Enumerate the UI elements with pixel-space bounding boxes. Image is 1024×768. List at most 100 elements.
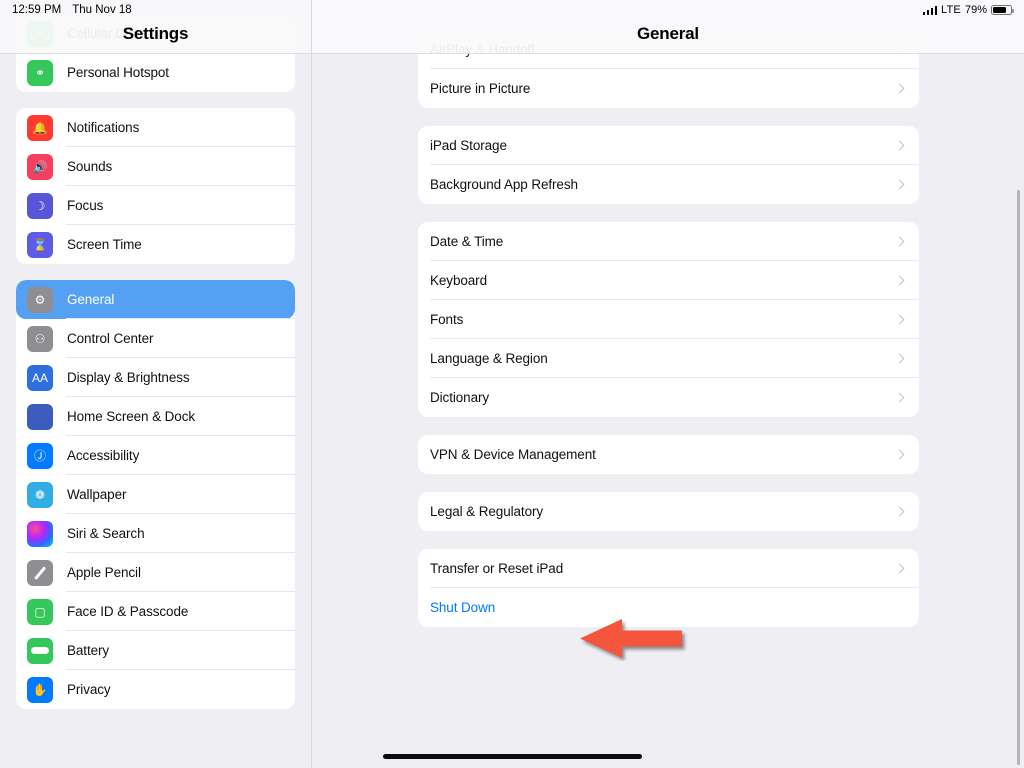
settings-row-legal-regulatory[interactable]: Legal & Regulatory: [418, 492, 919, 531]
sidebar-item-label: Apple Pencil: [67, 565, 141, 580]
screen-time-hourglass-icon: ⌛: [27, 232, 53, 258]
settings-row-picture-in-picture[interactable]: Picture in Picture: [418, 69, 919, 108]
sidebar-item-personal-hotspot[interactable]: ⚭ Personal Hotspot: [16, 53, 295, 92]
privacy-hand-icon: ✋: [27, 677, 53, 703]
control-center-icon: ⚇: [27, 326, 53, 352]
sidebar-item-label: Sounds: [67, 159, 112, 174]
chevron-right-icon: [895, 276, 905, 286]
sidebar-item-label: Screen Time: [67, 237, 142, 252]
settings-group: iPad Storage Background App Refresh: [418, 126, 919, 204]
settings-group: Date & Time Keyboard Fonts Language & Regio…: [418, 222, 919, 417]
chevron-right-icon: [895, 315, 905, 325]
face-id-passcode-icon: ▢: [27, 599, 53, 625]
sidebar-item-face-id-passcode[interactable]: ▢ Face ID & Passcode: [16, 592, 295, 631]
general-gear-icon: ⚙: [27, 287, 53, 313]
settings-group: Legal & Regulatory: [418, 492, 919, 531]
accessibility-icon: Ⓙ: [27, 443, 53, 469]
display-brightness-icon: AA: [27, 365, 53, 391]
settings-row-label: Fonts: [430, 312, 463, 327]
page-title: General: [637, 24, 699, 44]
sidebar-item-general[interactable]: ⚙ General: [16, 280, 295, 319]
sidebar-item-sounds[interactable]: 🔊 Sounds: [16, 147, 295, 186]
settings-row-label: Legal & Regulatory: [430, 504, 543, 519]
sidebar-item-home-screen-dock[interactable]: Home Screen & Dock: [16, 397, 295, 436]
settings-row-ipad-storage[interactable]: iPad Storage: [418, 126, 919, 165]
settings-row-label: Language & Region: [430, 351, 548, 366]
settings-row-label: Transfer or Reset iPad: [430, 561, 563, 576]
settings-row-label: Picture in Picture: [430, 81, 530, 96]
content-header: General: [312, 0, 1024, 54]
chevron-right-icon: [895, 141, 905, 151]
settings-row-dictionary[interactable]: Dictionary: [418, 378, 919, 417]
sidebar-item-wallpaper[interactable]: ❁ Wallpaper: [16, 475, 295, 514]
sidebar-item-focus[interactable]: ☽ Focus: [16, 186, 295, 225]
siri-search-icon: [27, 521, 53, 547]
settings-row-transfer-or-reset-ipad[interactable]: Transfer or Reset iPad: [418, 549, 919, 588]
sidebar-item-label: Accessibility: [67, 448, 139, 463]
chevron-right-icon: [895, 507, 905, 517]
sidebar-item-label: Display & Brightness: [67, 370, 190, 385]
sidebar-item-display-brightness[interactable]: AA Display & Brightness: [16, 358, 295, 397]
sidebar-item-accessibility[interactable]: Ⓙ Accessibility: [16, 436, 295, 475]
sidebar-item-privacy[interactable]: ✋ Privacy: [16, 670, 295, 709]
settings-row-label: Dictionary: [430, 390, 489, 405]
chevron-right-icon: [895, 393, 905, 403]
settings-row-label: Keyboard: [430, 273, 487, 288]
sidebar-item-label: Wallpaper: [67, 487, 126, 502]
settings-row-label: iPad Storage: [430, 138, 507, 153]
sidebar-scroll-area[interactable]: ((•))Cellular Data⚭Personal Hotspot🔔Noti…: [0, 54, 311, 768]
sidebar-item-notifications[interactable]: 🔔 Notifications: [16, 108, 295, 147]
sidebar-item-label: General: [67, 292, 114, 307]
settings-group: VPN & Device Management: [418, 435, 919, 474]
battery-settings-icon: [27, 638, 53, 664]
sidebar-item-battery[interactable]: Battery: [16, 631, 295, 670]
settings-sidebar: Settings ((•))Cellular Data⚭Personal Hot…: [0, 0, 311, 768]
chevron-right-icon: [895, 564, 905, 574]
settings-group: Transfer or Reset iPad Shut Down: [418, 549, 919, 627]
home-indicator: [383, 754, 642, 759]
chevron-right-icon: [895, 354, 905, 364]
sidebar-group: ⚙ General ⚇ Control Center AA Display & Brigh…: [16, 280, 295, 709]
wallpaper-flower-icon: ❁: [27, 482, 53, 508]
settings-row-label: Background App Refresh: [430, 177, 578, 192]
chevron-right-icon: [895, 450, 905, 460]
apple-pencil-icon: [27, 560, 53, 586]
sidebar-title: Settings: [123, 24, 188, 44]
settings-row-label: Date & Time: [430, 234, 503, 249]
sidebar-item-siri-search[interactable]: Siri & Search: [16, 514, 295, 553]
home-screen-dock-icon: [27, 404, 53, 430]
sidebar-item-label: Privacy: [67, 682, 111, 697]
chevron-right-icon: [895, 84, 905, 94]
chevron-right-icon: [895, 180, 905, 190]
sidebar-content-divider: [311, 0, 312, 768]
settings-row-language-region[interactable]: Language & Region: [418, 339, 919, 378]
personal-hotspot-icon: ⚭: [27, 60, 53, 86]
sidebar-item-label: Personal Hotspot: [67, 65, 169, 80]
sidebar-item-label: Siri & Search: [67, 526, 144, 541]
sidebar-item-label: Notifications: [67, 120, 139, 135]
sounds-speaker-icon: 🔊: [27, 154, 53, 180]
sidebar-item-label: Battery: [67, 643, 109, 658]
sidebar-group: 🔔 Notifications 🔊 Sounds ☽ Focus ⌛ Screen Time: [16, 108, 295, 264]
sidebar-header: Settings: [0, 0, 311, 54]
settings-row-date-time[interactable]: Date & Time: [418, 222, 919, 261]
notifications-bell-icon: 🔔: [27, 115, 53, 141]
settings-row-label: Shut Down: [430, 600, 495, 615]
left-pointing-arrow-annotation: [578, 617, 690, 661]
sidebar-item-screen-time[interactable]: ⌛ Screen Time: [16, 225, 295, 264]
chevron-right-icon: [895, 237, 905, 247]
ipad-settings-screen: 12:59 PM Thu Nov 18 LTE 79% Settings ((•…: [0, 0, 1024, 768]
settings-row-vpn-device-management[interactable]: VPN & Device Management: [418, 435, 919, 474]
sidebar-item-control-center[interactable]: ⚇ Control Center: [16, 319, 295, 358]
sidebar-item-label: Face ID & Passcode: [67, 604, 188, 619]
settings-row-fonts[interactable]: Fonts: [418, 300, 919, 339]
settings-row-keyboard[interactable]: Keyboard: [418, 261, 919, 300]
settings-row-label: VPN & Device Management: [430, 447, 596, 462]
sidebar-item-label: Home Screen & Dock: [67, 409, 195, 424]
focus-moon-icon: ☽: [27, 193, 53, 219]
sidebar-item-label: Control Center: [67, 331, 153, 346]
content-scrollbar[interactable]: [1017, 190, 1020, 765]
sidebar-item-apple-pencil[interactable]: Apple Pencil: [16, 553, 295, 592]
sidebar-item-label: Focus: [67, 198, 103, 213]
settings-row-background-app-refresh[interactable]: Background App Refresh: [418, 165, 919, 204]
